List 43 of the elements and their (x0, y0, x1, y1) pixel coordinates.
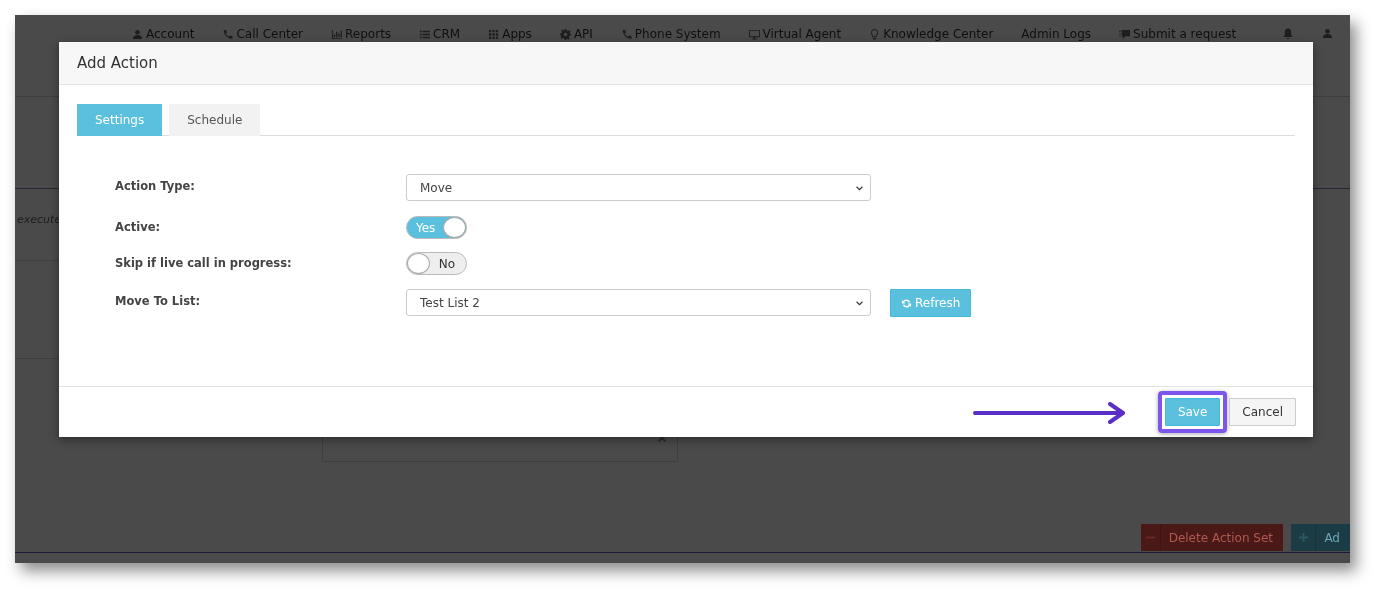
gear-icon (559, 29, 571, 40)
save-button[interactable]: Save (1164, 397, 1221, 426)
modal-title: Add Action (77, 52, 158, 74)
grid-icon (488, 29, 500, 40)
nav-link-text[interactable]: Submit a request (1133, 28, 1237, 41)
nav-link-text[interactable]: API (573, 28, 593, 41)
nav-link-text[interactable]: Knowledge Center (883, 28, 994, 41)
delete-button[interactable]: Delete Action Set (1141, 524, 1283, 551)
user-icon (1322, 28, 1334, 39)
caret-icon (855, 185, 864, 192)
comment-icon (1119, 29, 1131, 40)
nav-link-text[interactable]: Apps (502, 28, 532, 41)
nav-link-text[interactable]: Phone System (634, 28, 721, 41)
field-label: Action Type: (114, 178, 196, 195)
nav-link-text[interactable]: Reports (345, 28, 392, 41)
toggle-switch[interactable]: Yes (406, 216, 467, 239)
field-label: Active: (114, 219, 162, 236)
bell-icon (1282, 28, 1295, 40)
refresh-icon (901, 297, 912, 309)
nav-link-text[interactable]: Admin Logs (1021, 28, 1092, 41)
nav-link-text[interactable]: Virtual Agent (762, 28, 842, 41)
select-field[interactable]: Test List 2 (406, 289, 871, 316)
tab[interactable]: Schedule (169, 104, 261, 136)
bar-chart-icon (331, 29, 343, 40)
toggle-switch[interactable]: No (406, 252, 467, 275)
nav-link-text[interactable]: Account (146, 28, 195, 41)
phone-icon (222, 29, 234, 40)
nav-link-text[interactable]: CRM (433, 28, 461, 41)
add-button[interactable]: Ad (1291, 524, 1350, 551)
nav-link-text[interactable]: Call Center (236, 28, 304, 41)
lightbulb-icon (869, 29, 881, 40)
field-label: Move To List: (114, 293, 202, 310)
cancel-button[interactable]: Cancel (1229, 397, 1296, 426)
refresh-button[interactable]: Refresh (890, 289, 972, 317)
plus-icon (1297, 532, 1309, 543)
field-label: Skip if live call in progress: (114, 255, 293, 272)
tab[interactable]: Settings (77, 104, 163, 136)
user-icon (132, 29, 143, 40)
caret-icon (855, 300, 864, 307)
list-icon (419, 29, 431, 40)
phone-icon (620, 29, 632, 40)
select-field[interactable]: Move (406, 174, 871, 201)
monitor-icon (748, 29, 760, 40)
